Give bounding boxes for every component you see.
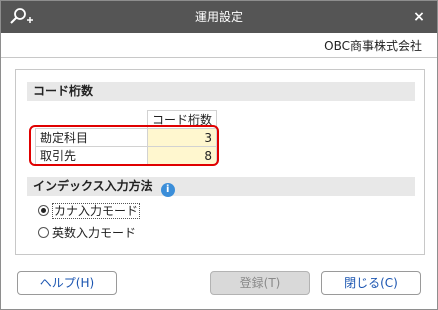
radio-kana-label: カナ入力モード: [52, 203, 141, 219]
radio-alnum-label: 英数入力モード: [52, 226, 137, 240]
code-digits-header: コード桁数: [27, 82, 415, 101]
row-value-account[interactable]: 3: [147, 128, 217, 147]
radio-kana-mode[interactable]: カナ入力モード: [38, 202, 141, 220]
table-row: 勘定科目 3: [35, 128, 217, 147]
index-input-header: インデックス入力方法 i: [27, 177, 415, 197]
index-input-title: インデックス入力方法: [33, 179, 153, 193]
help-button[interactable]: ヘルプ(H): [17, 271, 117, 295]
column-header-digits: コード桁数: [147, 110, 217, 129]
row-value-partner[interactable]: 8: [147, 146, 217, 165]
radio-alnum-mode[interactable]: 英数入力モード: [38, 224, 136, 242]
row-label-partner: 取引先: [35, 146, 148, 165]
table-header-row: コード桁数: [35, 110, 217, 129]
radio-unselected-icon[interactable]: [38, 227, 49, 238]
code-digits-table: コード桁数 勘定科目 3 取引先 8: [35, 110, 217, 165]
table-header-blank: [35, 110, 148, 129]
info-icon[interactable]: i: [160, 183, 175, 197]
window-title: 運用設定: [194, 10, 243, 24]
close-icon[interactable]: ×: [409, 6, 429, 28]
settings-panel: コード桁数 コード桁数 勘定科目 3 取引先 8 インデックス入力方法 i カナ入…: [15, 69, 425, 255]
company-bar: OBC商事株式会社: [1, 33, 437, 58]
register-button[interactable]: 登録(T): [210, 271, 310, 295]
close-button[interactable]: 閉じる(C): [321, 271, 421, 295]
company-name: OBC商事株式会社: [324, 39, 422, 53]
radio-selected-icon[interactable]: [38, 205, 49, 216]
settings-dialog: 運用設定 × OBC商事株式会社 コード桁数 コード桁数 勘定科目 3 取引先 …: [0, 0, 438, 310]
title-bar: 運用設定 ×: [1, 1, 437, 33]
row-label-account: 勘定科目: [35, 128, 148, 147]
table-row: 取引先 8: [35, 146, 217, 165]
